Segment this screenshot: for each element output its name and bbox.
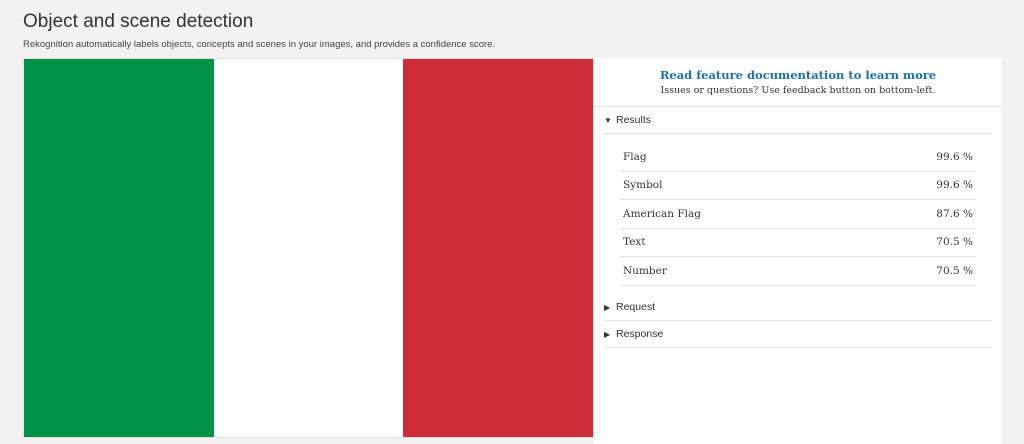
request-section-label: Request — [616, 301, 656, 313]
result-confidence: 70.5 % — [936, 236, 973, 249]
page-title: Object and scene detection — [23, 11, 254, 32]
result-row: Symbol 99.6 % — [620, 172, 976, 200]
documentation-link[interactable]: Read feature documentation to learn more — [594, 68, 1002, 82]
response-section-toggle[interactable]: ▶ Response — [604, 321, 992, 348]
feedback-note: Issues or questions? Use feedback button… — [660, 85, 936, 96]
result-label: Symbol — [623, 179, 663, 192]
result-row: Number 70.5 % — [620, 257, 976, 286]
caret-right-icon: ▶ — [604, 302, 611, 312]
request-section-toggle[interactable]: ▶ Request — [604, 294, 992, 321]
result-row: Flag 99.6 % — [620, 143, 976, 172]
analyzed-image — [23, 58, 594, 438]
caret-down-icon: ▼ — [604, 115, 612, 125]
results-section-label: Results — [616, 114, 652, 126]
response-section-label: Response — [616, 328, 664, 340]
results-list: Flag 99.6 % Symbol 99.6 % American Flag … — [620, 143, 976, 286]
result-confidence: 87.6 % — [936, 207, 973, 220]
result-confidence: 99.6 % — [936, 179, 973, 192]
result-row: American Flag 87.6 % — [620, 200, 976, 229]
flag-white-stripe — [213, 59, 404, 437]
results-panel: Read feature documentation to learn more… — [594, 58, 1002, 444]
result-label: Number — [623, 264, 667, 277]
flag-red-stripe — [403, 59, 594, 437]
result-label: Text — [623, 236, 646, 249]
result-confidence: 99.6 % — [936, 150, 973, 163]
page-subtitle: Rekognition automatically labels objects… — [23, 39, 496, 50]
flag-green-stripe — [24, 59, 214, 437]
caret-right-icon: ▶ — [604, 329, 611, 339]
result-row: Text 70.5 % — [620, 229, 976, 257]
results-section-toggle[interactable]: ▼ Results — [604, 107, 992, 134]
result-label: American Flag — [623, 207, 701, 220]
result-confidence: 70.5 % — [936, 264, 973, 277]
result-label: Flag — [623, 150, 647, 163]
